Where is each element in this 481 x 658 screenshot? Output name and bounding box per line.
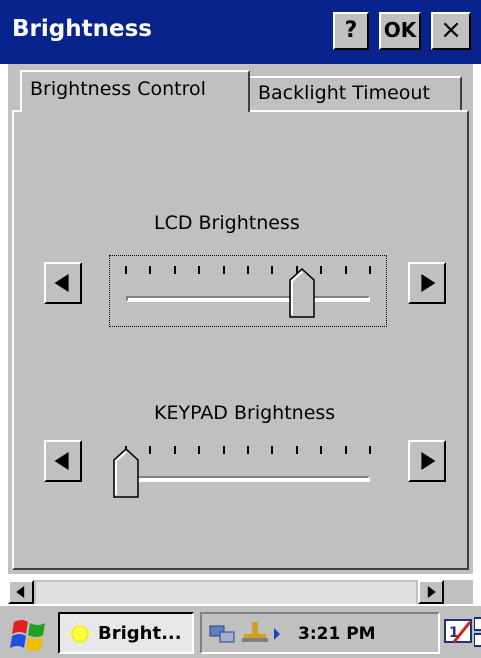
slider-tick bbox=[271, 266, 274, 274]
slider-track[interactable] bbox=[126, 476, 370, 482]
slider-thumb[interactable] bbox=[113, 448, 139, 498]
slider-tick bbox=[369, 266, 371, 274]
scroll-right-icon bbox=[427, 586, 436, 598]
lcd-decrease-button[interactable] bbox=[44, 262, 82, 304]
slider-track[interactable] bbox=[126, 296, 370, 302]
slider-tick bbox=[173, 266, 176, 274]
slider-tick bbox=[344, 446, 347, 454]
window-title: Brightness bbox=[12, 16, 152, 42]
dialog-client-area: Brightness Control Backlight Timeout LCD… bbox=[8, 64, 473, 574]
lcd-brightness-slider[interactable] bbox=[109, 255, 387, 327]
slider-tick bbox=[271, 446, 274, 454]
slider-tick bbox=[369, 446, 371, 454]
system-tray: 3:21 PM bbox=[200, 612, 440, 654]
keypad-decrease-button[interactable] bbox=[44, 440, 82, 482]
tab-backlight-timeout[interactable]: Backlight Timeout bbox=[248, 76, 462, 110]
slider-tick bbox=[344, 266, 347, 274]
right-arrow-icon bbox=[421, 274, 436, 292]
tab-brightness-control[interactable]: Brightness Control bbox=[20, 70, 250, 112]
slider-tick bbox=[149, 266, 152, 274]
desktop-button[interactable] bbox=[474, 612, 481, 652]
taskbar: Bright... 3:21 PM 1 bbox=[0, 604, 481, 658]
keypad-brightness-slider[interactable] bbox=[110, 436, 386, 506]
start-button[interactable] bbox=[8, 614, 52, 654]
windows-flag-icon bbox=[10, 620, 45, 651]
scroll-track[interactable] bbox=[36, 580, 416, 604]
taskbar-button-brightness[interactable]: Bright... bbox=[58, 612, 194, 654]
lcd-brightness-label: LCD Brightness bbox=[154, 212, 300, 234]
slider-tick bbox=[149, 446, 152, 454]
device-screen: Brightness ? OK × Brightness Control Bac… bbox=[0, 0, 481, 658]
help-button[interactable]: ? bbox=[333, 12, 369, 50]
tray-expand-icon[interactable] bbox=[272, 626, 282, 642]
right-arrow-icon bbox=[421, 452, 436, 470]
clock[interactable]: 3:21 PM bbox=[298, 624, 376, 644]
slider-tick bbox=[247, 446, 249, 454]
lcd-increase-button[interactable] bbox=[408, 262, 446, 304]
network-icon[interactable] bbox=[208, 622, 238, 646]
keypad-increase-button[interactable] bbox=[408, 440, 446, 482]
slider-thumb[interactable] bbox=[288, 268, 315, 318]
slider-tick bbox=[222, 446, 225, 454]
slider-tick bbox=[173, 446, 176, 454]
taskbar-button-label: Bright... bbox=[98, 623, 182, 644]
slider-tick bbox=[247, 266, 249, 274]
scroll-right-button[interactable] bbox=[418, 580, 444, 604]
input-panel-button[interactable]: 1 bbox=[444, 614, 474, 652]
scroll-left-icon bbox=[16, 586, 25, 598]
left-arrow-icon bbox=[54, 274, 69, 292]
sun-icon bbox=[67, 621, 93, 647]
close-button[interactable]: × bbox=[431, 12, 471, 50]
horizontal-scrollbar[interactable] bbox=[8, 580, 473, 604]
slider-tick bbox=[198, 266, 201, 274]
left-arrow-icon bbox=[54, 452, 69, 470]
ok-button[interactable]: OK bbox=[379, 12, 421, 50]
slider-tick bbox=[320, 446, 323, 454]
scroll-left-button[interactable] bbox=[8, 580, 34, 604]
slider-tick bbox=[320, 266, 323, 274]
slider-tick bbox=[222, 266, 225, 274]
desktop-icon bbox=[474, 617, 481, 647]
slider-tick bbox=[125, 266, 127, 274]
usb-icon[interactable] bbox=[240, 620, 270, 646]
tab-panel: LCD Brightness KEYPAD Brightness bbox=[12, 110, 469, 570]
input-panel-icon: 1 bbox=[444, 619, 472, 643]
keypad-brightness-label: KEYPAD Brightness bbox=[154, 402, 336, 424]
title-bar: Brightness ? OK × bbox=[0, 0, 481, 64]
slider-tick bbox=[198, 446, 201, 454]
slider-tick bbox=[295, 446, 298, 454]
